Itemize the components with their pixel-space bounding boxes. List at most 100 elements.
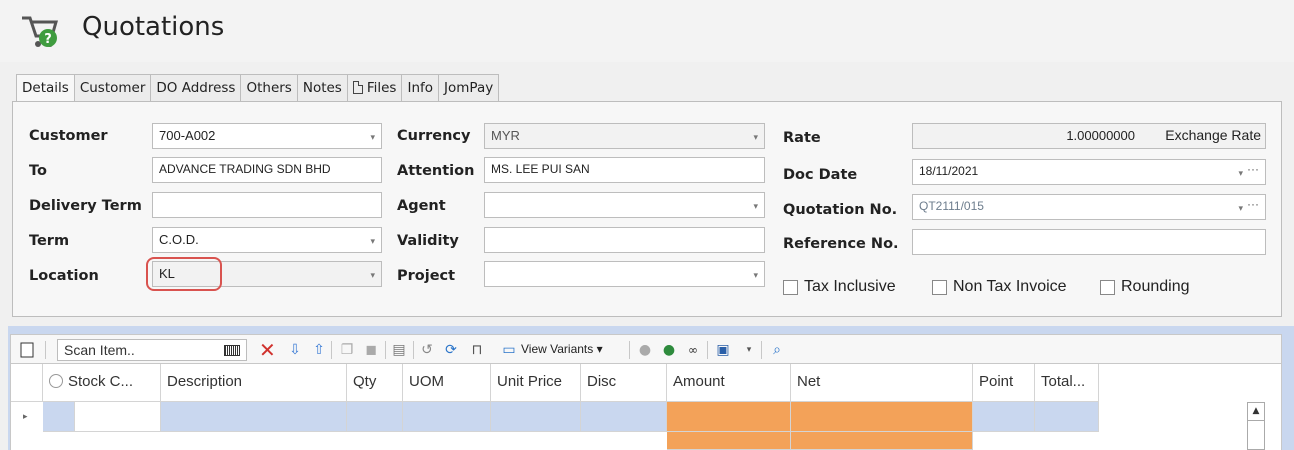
location-label: Location bbox=[29, 268, 99, 284]
column-header-description[interactable]: Description bbox=[161, 364, 347, 402]
items-grid: Stock C... Description Qty UOM Unit Pric… bbox=[10, 364, 1282, 450]
chevron-down-icon[interactable]: ▾ bbox=[370, 237, 375, 246]
scan-item-placeholder: Scan Item.. bbox=[64, 342, 135, 358]
net-cell[interactable] bbox=[791, 432, 973, 450]
project-select[interactable]: ▾ bbox=[484, 261, 765, 287]
grid-cell[interactable] bbox=[161, 402, 347, 432]
tax-inclusive-checkbox[interactable]: Tax Inclusive bbox=[783, 278, 896, 296]
amount-cell[interactable] bbox=[667, 402, 791, 432]
chevron-down-icon[interactable]: ▾ bbox=[753, 271, 758, 280]
unlock-icon[interactable]: ⊓ bbox=[469, 342, 485, 358]
doc-date-field[interactable]: 18/11/2021 ▾ ··· bbox=[912, 159, 1266, 185]
column-header-qty[interactable]: Qty bbox=[347, 364, 403, 402]
validity-field[interactable] bbox=[484, 227, 765, 253]
copy-icon[interactable]: ❐ bbox=[339, 342, 355, 358]
quotation-no-value: QT2111/015 bbox=[919, 199, 984, 213]
download-circle-icon[interactable]: ● bbox=[661, 342, 677, 358]
grid-cell[interactable] bbox=[403, 402, 491, 432]
column-header-net[interactable]: Net bbox=[791, 364, 973, 402]
scan-item-input[interactable]: Scan Item.. bbox=[57, 339, 247, 361]
grid-cell[interactable] bbox=[43, 402, 75, 432]
checkbox-box[interactable] bbox=[1100, 279, 1115, 295]
grid-cell[interactable] bbox=[491, 402, 581, 432]
non-tax-invoice-checkbox[interactable]: Non Tax Invoice bbox=[932, 278, 1067, 296]
agent-select[interactable]: ▾ bbox=[484, 192, 765, 218]
quotation-no-field[interactable]: QT2111/015 ▾ ··· bbox=[912, 194, 1266, 220]
column-header-disc[interactable]: Disc bbox=[581, 364, 667, 402]
chevron-down-icon[interactable]: ▾ bbox=[753, 133, 758, 142]
delivery-term-field[interactable] bbox=[152, 192, 382, 218]
new-document-icon[interactable] bbox=[19, 342, 35, 358]
select-all-radio[interactable] bbox=[49, 374, 63, 388]
tab-do-address[interactable]: DO Address bbox=[151, 74, 242, 102]
grid-cell[interactable] bbox=[75, 402, 161, 432]
delete-icon[interactable]: ✕ bbox=[259, 340, 276, 360]
grid-cell[interactable] bbox=[1035, 402, 1099, 432]
tab-files-label: Files bbox=[366, 80, 397, 96]
info-circle-icon[interactable]: ● bbox=[637, 342, 653, 358]
toolbar-separator bbox=[331, 341, 332, 359]
checkbox-box[interactable] bbox=[783, 279, 798, 295]
save-icon[interactable]: ▣ bbox=[715, 342, 731, 358]
title-bar: ? Quotations bbox=[0, 0, 1294, 62]
amount-cell[interactable] bbox=[667, 432, 791, 450]
ellipsis-icon[interactable]: ··· bbox=[1247, 197, 1259, 211]
chevron-down-icon[interactable]: ▾ bbox=[370, 133, 375, 142]
customer-value: 700-A002 bbox=[159, 128, 216, 143]
currency-select[interactable]: MYR ▾ bbox=[484, 123, 765, 149]
attention-field[interactable]: MS. LEE PUI SAN bbox=[484, 157, 765, 183]
reference-no-label: Reference No. bbox=[783, 236, 899, 252]
net-cell[interactable] bbox=[791, 402, 973, 432]
column-header-point[interactable]: Point bbox=[973, 364, 1035, 402]
to-field[interactable]: ADVANCE TRADING SDN BHD bbox=[152, 157, 382, 183]
tab-info[interactable]: Info bbox=[402, 74, 440, 102]
view-variants-icon[interactable]: ▭ bbox=[501, 342, 517, 358]
page-title: Quotations bbox=[82, 12, 225, 42]
chevron-down-icon[interactable]: ▾ bbox=[753, 202, 758, 211]
search-document-icon[interactable]: ⌕ bbox=[769, 342, 785, 358]
view-variants-button[interactable]: View Variants ▾ bbox=[521, 342, 603, 356]
term-select[interactable]: C.O.D. ▾ bbox=[152, 227, 382, 253]
binoculars-icon[interactable]: ∞ bbox=[685, 342, 701, 358]
rounding-checkbox[interactable]: Rounding bbox=[1100, 278, 1190, 296]
tab-files[interactable]: Files bbox=[347, 74, 403, 102]
ellipsis-icon[interactable]: ··· bbox=[1247, 162, 1259, 176]
tab-customer[interactable]: Customer bbox=[74, 74, 152, 102]
grid-cell[interactable] bbox=[347, 402, 403, 432]
shopping-cart-icon: ? bbox=[22, 16, 58, 47]
chevron-down-icon[interactable]: ▾ bbox=[741, 342, 757, 358]
tab-notes[interactable]: Notes bbox=[297, 74, 348, 102]
move-down-icon[interactable]: ⇩ bbox=[287, 342, 303, 358]
rate-field[interactable]: 1.00000000 Exchange Rate bbox=[912, 123, 1266, 149]
scroll-up-icon[interactable]: ▲ bbox=[1248, 403, 1264, 421]
reference-no-field[interactable] bbox=[912, 229, 1266, 255]
tab-others[interactable]: Others bbox=[241, 74, 298, 102]
column-header-uom[interactable]: UOM bbox=[403, 364, 491, 402]
toolbar-separator bbox=[761, 341, 762, 359]
barcode-icon[interactable] bbox=[224, 345, 240, 356]
column-header-unit-price[interactable]: Unit Price bbox=[491, 364, 581, 402]
package-icon[interactable]: ◼ bbox=[363, 342, 379, 358]
history-icon[interactable]: ↺ bbox=[419, 342, 435, 358]
column-header-amount[interactable]: Amount bbox=[667, 364, 791, 402]
column-header-stock-code[interactable]: Stock C... bbox=[43, 364, 161, 402]
tax-inclusive-label: Tax Inclusive bbox=[804, 278, 896, 295]
column-header-total[interactable]: Total... bbox=[1035, 364, 1099, 402]
refresh-icon[interactable]: ⟳ bbox=[443, 342, 459, 358]
tab-details[interactable]: Details bbox=[16, 74, 75, 103]
checkbox-box[interactable] bbox=[932, 279, 947, 295]
file-icon bbox=[352, 81, 363, 94]
tab-jompay[interactable]: JomPay bbox=[439, 74, 500, 102]
grid-cell[interactable] bbox=[973, 402, 1035, 432]
customer-select[interactable]: 700-A002 ▾ bbox=[152, 123, 382, 149]
move-up-icon[interactable]: ⇧ bbox=[311, 342, 327, 358]
to-label: To bbox=[29, 163, 47, 179]
chevron-down-icon[interactable]: ▾ bbox=[1238, 204, 1243, 213]
chevron-down-icon[interactable]: ▾ bbox=[1238, 169, 1243, 178]
chevron-down-icon[interactable]: ▾ bbox=[370, 271, 375, 280]
document-list-icon[interactable]: ▤ bbox=[391, 342, 407, 358]
grid-cell[interactable] bbox=[581, 402, 667, 432]
attention-label: Attention bbox=[397, 163, 475, 179]
vertical-scrollbar[interactable]: ▲ bbox=[1247, 402, 1265, 450]
row-header-corner bbox=[11, 364, 43, 402]
